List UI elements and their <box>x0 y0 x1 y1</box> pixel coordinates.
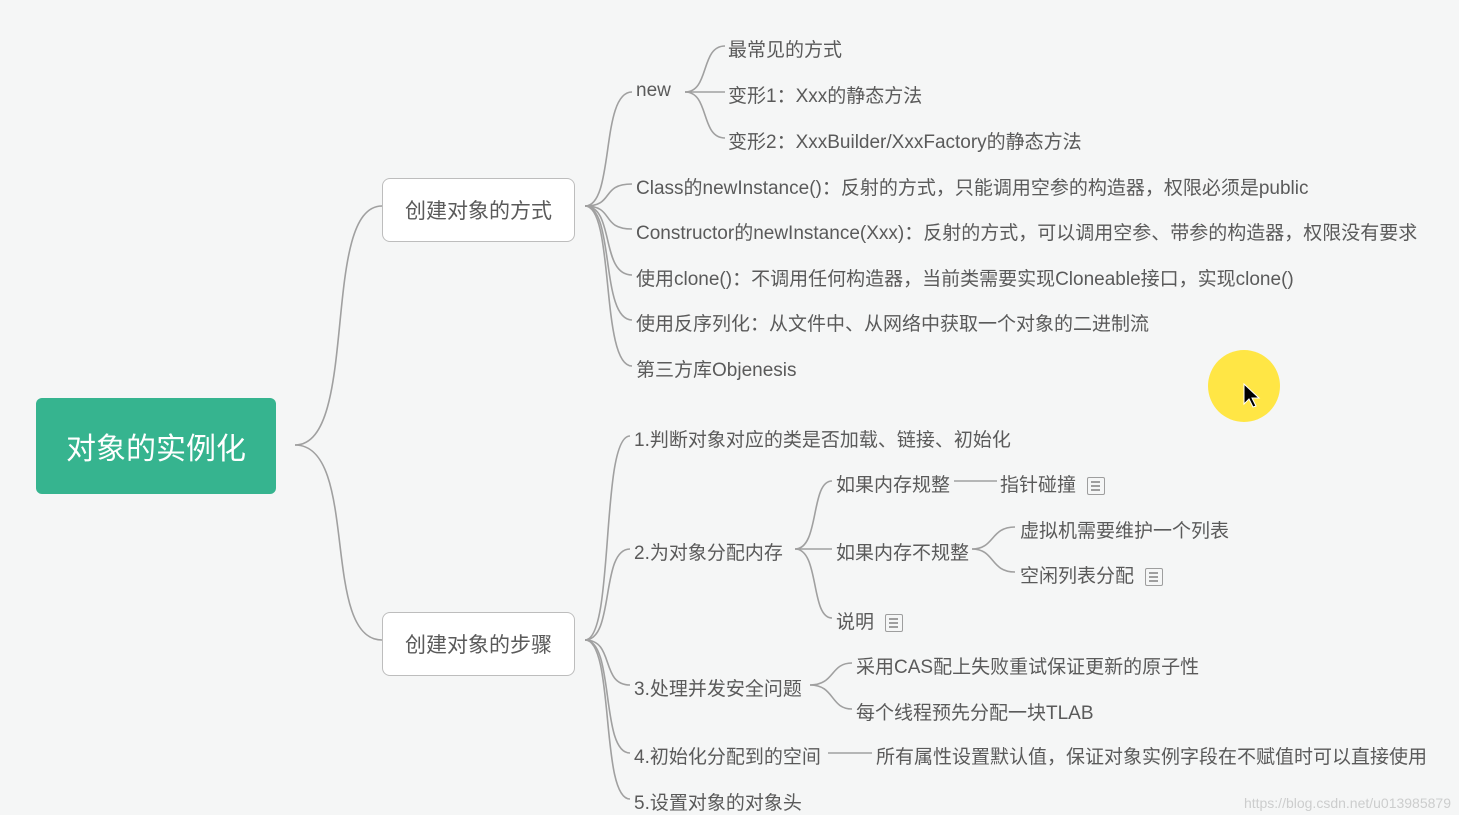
step-3-c2[interactable]: 每个线程预先分配一块TLAB <box>856 698 1094 725</box>
step-2-a1-child[interactable]: 指针碰撞 <box>1000 470 1105 497</box>
branch1-title: 创建对象的方式 <box>405 200 552 223</box>
step-3[interactable]: 3.处理并发安全问题 <box>634 674 802 701</box>
node-new-variant1[interactable]: 变形1：Xxx的静态方法 <box>728 81 922 108</box>
step-1[interactable]: 1.判断对象对应的类是否加载、链接、初始化 <box>634 425 1011 452</box>
step-2-a1[interactable]: 如果内存规整 <box>836 470 950 497</box>
cursor-highlight <box>1208 350 1280 422</box>
branch-creation-steps[interactable]: 创建对象的步骤 <box>382 612 575 676</box>
node-objenesis[interactable]: 第三方库Objenesis <box>636 355 797 382</box>
step-2-a3[interactable]: 说明 <box>836 607 903 634</box>
branch-creation-methods[interactable]: 创建对象的方式 <box>382 178 575 242</box>
branch2-title: 创建对象的步骤 <box>405 634 552 657</box>
step-2[interactable]: 2.为对象分配内存 <box>634 538 783 565</box>
root-title: 对象的实例化 <box>66 433 246 466</box>
watermark: https://blog.csdn.net/u013985879 <box>1244 795 1451 811</box>
node-constructor-newinstance[interactable]: Constructor的newInstance(Xxx)：反射的方式，可以调用空… <box>636 218 1417 245</box>
node-new-variant2[interactable]: 变形2：XxxBuilder/XxxFactory的静态方法 <box>728 127 1082 154</box>
step-4-child[interactable]: 所有属性设置默认值，保证对象实例字段在不赋值时可以直接使用 <box>876 742 1427 769</box>
step-2-a2-c2[interactable]: 空闲列表分配 <box>1020 561 1163 588</box>
node-class-newinstance[interactable]: Class的newInstance()：反射的方式，只能调用空参的构造器，权限必… <box>636 173 1309 200</box>
step-2-a2[interactable]: 如果内存不规整 <box>836 538 969 565</box>
note-icon[interactable] <box>1087 477 1105 495</box>
node-new[interactable]: new <box>636 80 671 102</box>
step-2-a2-c1[interactable]: 虚拟机需要维护一个列表 <box>1020 516 1229 543</box>
node-deserialize[interactable]: 使用反序列化：从文件中、从网络中获取一个对象的二进制流 <box>636 309 1149 336</box>
step-3-c1[interactable]: 采用CAS配上失败重试保证更新的原子性 <box>856 652 1199 679</box>
step-5[interactable]: 5.设置对象的对象头 <box>634 788 802 815</box>
note-icon[interactable] <box>1145 568 1163 586</box>
node-new-common[interactable]: 最常见的方式 <box>728 35 842 62</box>
step-4[interactable]: 4.初始化分配到的空间 <box>634 742 821 769</box>
note-icon[interactable] <box>885 614 903 632</box>
node-clone[interactable]: 使用clone()：不调用任何构造器，当前类需要实现Cloneable接口，实现… <box>636 264 1294 291</box>
root-node[interactable]: 对象的实例化 <box>36 398 276 494</box>
